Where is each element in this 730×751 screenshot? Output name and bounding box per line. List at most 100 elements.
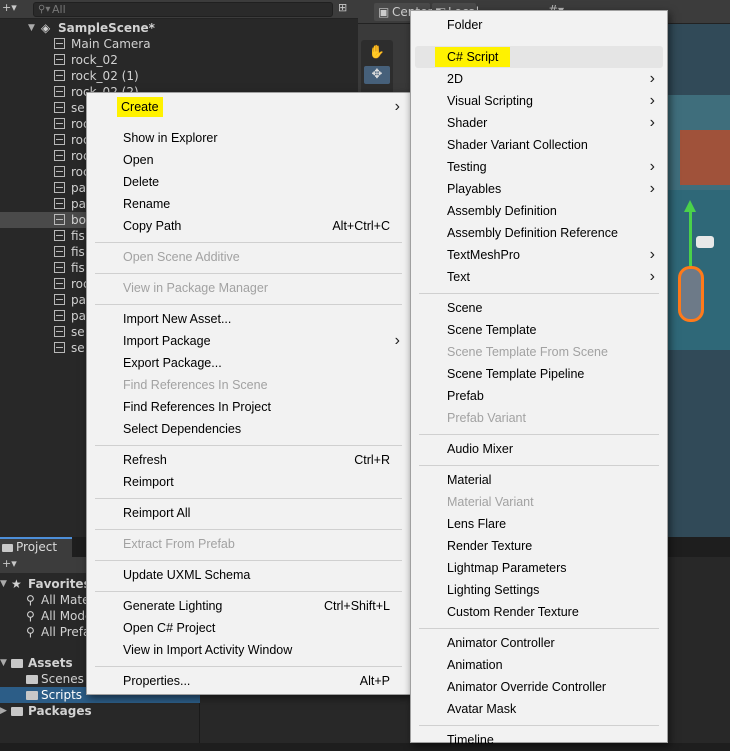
hierarchy-item-label: se <box>71 341 85 355</box>
move-tool-icon[interactable]: ✥ <box>364 66 390 84</box>
submenu-item-lightmap-parameters[interactable]: Lightmap Parameters <box>411 557 669 579</box>
camera-gizmo-icon[interactable] <box>696 236 714 248</box>
menu-item-open[interactable]: Open <box>87 149 412 171</box>
menu-item-create[interactable]: Create › <box>87 96 412 118</box>
submenu-item-custom-render-texture[interactable]: Custom Render Texture <box>411 601 669 623</box>
hierarchy-item-label: pa <box>71 181 86 195</box>
menu-item-show-in-explorer[interactable]: Show in Explorer <box>87 127 412 149</box>
gameobject-icon <box>54 198 65 209</box>
menu-item-view-in-import-activity-window[interactable]: View in Import Activity Window <box>87 639 412 661</box>
menu-item-label: Import New Asset... <box>123 312 232 326</box>
submenu-item-textmeshpro[interactable]: TextMeshPro › <box>411 244 669 266</box>
tab-project[interactable]: Project <box>0 537 72 557</box>
expand-arrow-icon[interactable]: ▼ <box>28 20 35 36</box>
menu-item-label: Find References In Project <box>123 400 271 414</box>
hand-tool-icon[interactable]: ✋ <box>364 44 390 62</box>
hierarchy-item-label: rock_02 <box>71 53 118 67</box>
y-axis-arrow-icon[interactable] <box>684 200 696 212</box>
folder-icon <box>2 544 13 552</box>
gameobject-icon <box>54 38 65 49</box>
add-icon[interactable]: +▾ <box>2 1 17 14</box>
hierarchy-item[interactable]: rock_02 (1) <box>0 68 358 84</box>
submenu-item-assembly-definition-reference[interactable]: Assembly Definition Reference <box>411 222 669 244</box>
submenu-item-label: Custom Render Texture <box>447 605 579 619</box>
submenu-item-visual-scripting[interactable]: Visual Scripting › <box>411 90 669 112</box>
menu-item-update-uxml-schema[interactable]: Update UXML Schema <box>87 564 412 586</box>
menu-item-open-c-project[interactable]: Open C# Project <box>87 617 412 639</box>
hierarchy-item-label: fis <box>71 229 85 243</box>
menu-item-label: Show in Explorer <box>123 131 218 145</box>
submenu-item-label: Scene <box>447 301 483 315</box>
submenu-item-text[interactable]: Text › <box>411 266 669 288</box>
submenu-item-shader-variant-collection[interactable]: Shader Variant Collection <box>411 134 669 156</box>
hierarchy-options-icon[interactable]: ⊞ <box>338 1 347 14</box>
menu-item-label: Open C# Project <box>123 621 216 635</box>
scene-tile <box>680 130 730 185</box>
submenu-item-scene[interactable]: Scene <box>411 297 669 319</box>
submenu-item-label: TextMeshPro <box>447 248 520 262</box>
gameobject-icon <box>54 342 65 353</box>
submenu-item-animator-override-controller[interactable]: Animator Override Controller <box>411 676 669 698</box>
submenu-item-audio-mixer[interactable]: Audio Mixer <box>411 438 669 460</box>
submenu-item-render-texture[interactable]: Render Texture <box>411 535 669 557</box>
menu-item-reimport-all[interactable]: Reimport All <box>87 502 412 524</box>
submenu-item-2d[interactable]: 2D › <box>411 68 669 90</box>
menu-item-properties[interactable]: Properties... Alt+P <box>87 670 412 692</box>
submenu-item-avatar-mask[interactable]: Avatar Mask <box>411 698 669 720</box>
scene-row[interactable]: ▼ ◈ SampleScene* <box>0 20 358 36</box>
hierarchy-item[interactable]: rock_02 <box>0 52 358 68</box>
menu-separator <box>95 591 402 592</box>
hierarchy-item[interactable]: Main Camera <box>0 36 358 52</box>
gameobject-icon <box>54 214 65 225</box>
menu-item-export-package[interactable]: Export Package... <box>87 352 412 374</box>
submenu-item-shader[interactable]: Shader › <box>411 112 669 134</box>
menu-item-label: Import Package <box>123 334 211 348</box>
submenu-item-lens-flare[interactable]: Lens Flare <box>411 513 669 535</box>
expand-arrow-icon[interactable]: ▼ <box>0 576 7 592</box>
hierarchy-search-input[interactable]: ⚲▾ All <box>33 2 333 17</box>
chevron-right-icon: › <box>649 114 655 131</box>
submenu-item-testing[interactable]: Testing › <box>411 156 669 178</box>
selected-boat-object[interactable] <box>678 266 704 322</box>
submenu-item-lighting-settings[interactable]: Lighting Settings <box>411 579 669 601</box>
hierarchy-item-label: rock_02 (1) <box>71 69 139 83</box>
menu-item-select-dependencies[interactable]: Select Dependencies <box>87 418 412 440</box>
menu-item-generate-lighting[interactable]: Generate Lighting Ctrl+Shift+L <box>87 595 412 617</box>
submenu-item-assembly-definition[interactable]: Assembly Definition <box>411 200 669 222</box>
project-add-icon[interactable]: +▾ <box>2 557 17 570</box>
submenu-item-scene-template[interactable]: Scene Template <box>411 319 669 341</box>
menu-item-extract-from-prefab: Extract From Prefab <box>87 533 412 555</box>
submenu-item-animator-controller[interactable]: Animator Controller <box>411 632 669 654</box>
tools-overlay: ✋ ✥ <box>361 40 393 100</box>
menu-item-delete[interactable]: Delete <box>87 171 412 193</box>
submenu-item-timeline[interactable]: Timeline <box>411 729 669 751</box>
menu-item-rename[interactable]: Rename <box>87 193 412 215</box>
pivot-icon: ▣ <box>378 5 390 19</box>
packages-row[interactable]: ▶ Packages <box>0 703 200 719</box>
expand-arrow-icon[interactable]: ▼ <box>0 655 7 671</box>
submenu-item-material[interactable]: Material <box>411 469 669 491</box>
submenu-item-label: Lighting Settings <box>447 583 540 597</box>
menu-item-find-references-in-project[interactable]: Find References In Project <box>87 396 412 418</box>
submenu-item-folder[interactable]: Folder <box>411 14 669 36</box>
chevron-right-icon: › <box>649 158 655 175</box>
menu-item-shortcut: Ctrl+R <box>354 453 390 467</box>
submenu-item-scene-template-pipeline[interactable]: Scene Template Pipeline <box>411 363 669 385</box>
expand-arrow-icon[interactable]: ▶ <box>0 703 7 719</box>
gameobject-icon <box>54 278 65 289</box>
menu-item-import-new-asset[interactable]: Import New Asset... <box>87 308 412 330</box>
menu-item-import-package[interactable]: Import Package › <box>87 330 412 352</box>
menu-item-refresh[interactable]: Refresh Ctrl+R <box>87 449 412 471</box>
submenu-item-animation[interactable]: Animation <box>411 654 669 676</box>
menu-item-label: Properties... <box>123 674 191 688</box>
gameobject-icon <box>54 262 65 273</box>
menu-item-reimport[interactable]: Reimport <box>87 471 412 493</box>
chevron-right-icon: › <box>649 70 655 87</box>
gameobject-icon <box>54 150 65 161</box>
submenu-item-playables[interactable]: Playables › <box>411 178 669 200</box>
y-axis-gizmo[interactable] <box>689 205 692 275</box>
submenu-item-prefab[interactable]: Prefab <box>411 385 669 407</box>
menu-item-copy-path[interactable]: Copy Path Alt+Ctrl+C <box>87 215 412 237</box>
menu-item-label: Generate Lighting <box>123 599 223 613</box>
submenu-item-c-script[interactable]: C# Script <box>411 46 669 68</box>
